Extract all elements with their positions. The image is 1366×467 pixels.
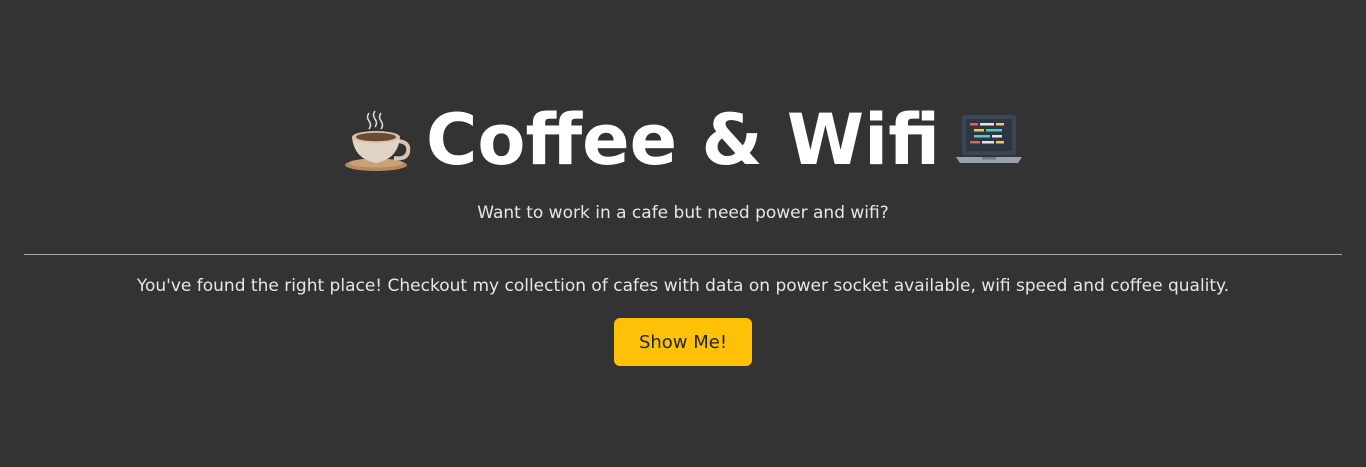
lead-text: You've found the right place! Checkout m… bbox=[136, 276, 1230, 296]
show-me-button[interactable]: Show Me! bbox=[614, 318, 752, 366]
coffee-cup-icon bbox=[340, 103, 414, 177]
laptop-icon bbox=[952, 103, 1026, 177]
hero-section: Coffee & Wifi Want to work in a cafe but… bbox=[0, 0, 1366, 467]
divider bbox=[24, 254, 1342, 255]
title-row: Coffee & Wifi bbox=[0, 90, 1366, 190]
page-title: Coffee & Wifi bbox=[426, 99, 940, 181]
subtitle: Want to work in a cafe but need power an… bbox=[477, 203, 889, 223]
